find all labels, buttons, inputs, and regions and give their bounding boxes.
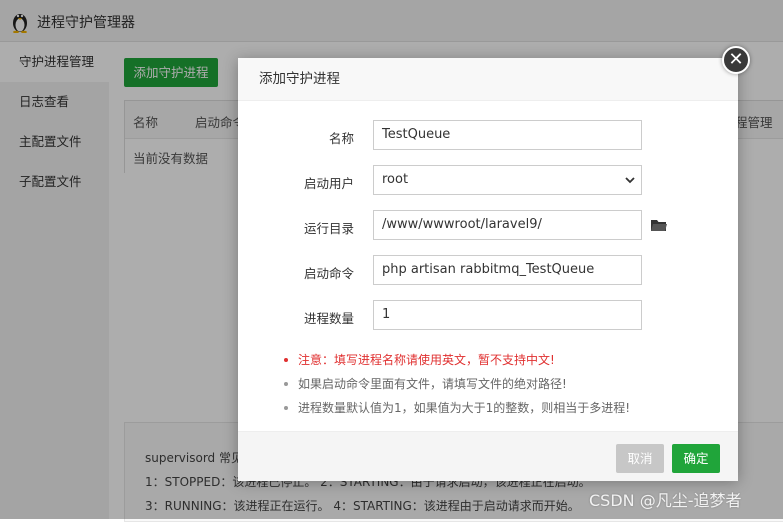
dir-label: 运行目录 <box>303 221 354 236</box>
user-select-value: root <box>382 172 409 187</box>
user-label: 启动用户 <box>303 176 354 191</box>
tip-item: 如果启动命令里面有文件，请填写文件的绝对路径! <box>282 372 722 396</box>
close-icon[interactable]: ✕ <box>722 46 750 74</box>
name-label: 名称 <box>328 131 354 146</box>
tip-warning: 注意：填写进程名称请使用英文，暂不支持中文! <box>282 348 722 372</box>
bullet-icon <box>284 358 288 362</box>
command-label: 启动命令 <box>303 266 354 281</box>
tip-item: 进程数量默认值为1，如果值为大于1的整数，则相当于多进程! <box>282 396 722 420</box>
form-row-command: 启动命令 php artisan rabbitmq_TestQueue <box>238 255 738 287</box>
form-row-name: 名称 TestQueue <box>238 120 738 152</box>
dialog-footer: 取消 确定 <box>238 431 738 481</box>
dialog-title: 添加守护进程 <box>238 58 738 101</box>
command-input[interactable]: php artisan rabbitmq_TestQueue <box>373 255 642 285</box>
form-row-dir: 运行目录 /www/wwwroot/laravel9/ <box>238 210 738 242</box>
cancel-button[interactable]: 取消 <box>616 444 664 473</box>
tips-list: 注意：填写进程名称请使用英文，暂不支持中文! 如果启动命令里面有文件，请填写文件… <box>282 348 722 420</box>
form-row-user: 启动用户 root <box>238 165 738 197</box>
tip-text: 注意：填写进程名称请使用英文，暂不支持中文! <box>298 353 555 367</box>
watermark-text: CSDN @凡尘-追梦者 <box>589 491 742 510</box>
folder-icon[interactable] <box>651 219 667 232</box>
bullet-icon <box>284 382 288 386</box>
user-select[interactable]: root <box>373 165 642 195</box>
chevron-down-icon <box>625 177 635 184</box>
add-process-dialog: 添加守护进程 名称 TestQueue 启动用户 root 运行目录 /www/… <box>238 58 738 481</box>
count-input[interactable]: 1 <box>373 300 642 330</box>
name-input[interactable]: TestQueue <box>373 120 642 150</box>
count-label: 进程数量 <box>303 311 354 326</box>
confirm-button[interactable]: 确定 <box>672 444 720 473</box>
form-row-count: 进程数量 1 <box>238 300 738 332</box>
tip-text: 如果启动命令里面有文件，请填写文件的绝对路径! <box>298 377 567 391</box>
bullet-icon <box>284 406 288 410</box>
tip-text: 进程数量默认值为1，如果值为大于1的整数，则相当于多进程! <box>298 401 631 415</box>
dir-input[interactable]: /www/wwwroot/laravel9/ <box>373 210 642 240</box>
